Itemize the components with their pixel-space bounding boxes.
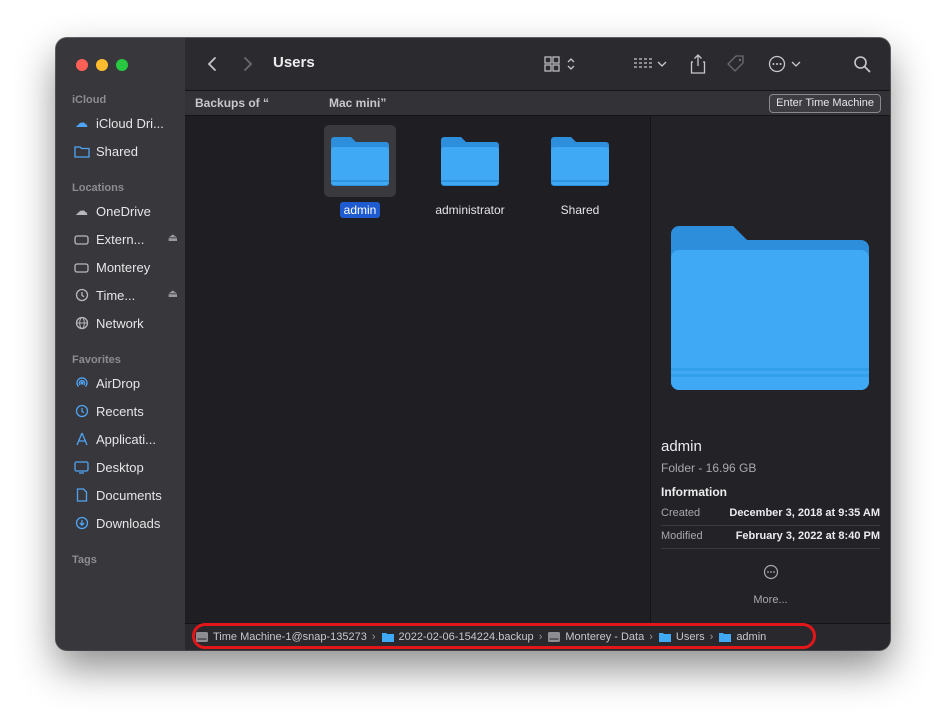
enter-time-machine-button[interactable]: Enter Time Machine bbox=[769, 94, 881, 113]
window-title: Users bbox=[273, 54, 315, 71]
shared-folder-icon bbox=[73, 143, 90, 159]
sidebar-item-network[interactable]: Network bbox=[73, 312, 178, 334]
sidebar: iCloud ☁ iCloud Dri... Shared Locations … bbox=[56, 38, 186, 650]
sidebar-item-label: OneDrive bbox=[96, 203, 151, 219]
more-icon[interactable] bbox=[651, 564, 890, 583]
search-button[interactable] bbox=[849, 38, 875, 90]
preview-name: admin bbox=[661, 438, 702, 455]
clock-icon bbox=[73, 403, 90, 419]
preview-kind: Folder - 16.96 GB bbox=[661, 461, 757, 475]
sidebar-item-applications[interactable]: Applicati... bbox=[73, 428, 178, 450]
folder-preview-icon bbox=[671, 226, 869, 390]
folder-icon bbox=[544, 125, 616, 197]
sidebar-item-label: AirDrop bbox=[96, 375, 141, 391]
file-browser: admin administrator Shared bbox=[185, 116, 650, 623]
sidebar-item-external[interactable]: Extern... ⏏ bbox=[73, 228, 178, 250]
sidebar-section-locations: Locations bbox=[72, 182, 124, 194]
download-icon bbox=[73, 515, 90, 531]
sidebar-item-label: Time... bbox=[96, 287, 136, 303]
info-key: Modified bbox=[661, 530, 703, 542]
backups-of-label: Backups of “ bbox=[195, 96, 270, 110]
sidebar-item-label: Network bbox=[96, 315, 144, 331]
backup-source-label: Mac mini” bbox=[329, 96, 387, 110]
icon-grid-icon bbox=[544, 56, 575, 72]
folder-icon bbox=[434, 125, 506, 197]
search-icon bbox=[854, 56, 871, 73]
zoom-window-button[interactable] bbox=[116, 59, 128, 71]
sidebar-item-label: Monterey bbox=[96, 259, 151, 275]
file-name: Shared bbox=[560, 203, 600, 217]
forward-button[interactable] bbox=[235, 38, 261, 90]
sidebar-section-icloud: iCloud bbox=[72, 94, 107, 106]
ellipsis-circle-icon bbox=[768, 55, 801, 73]
file-name: admin bbox=[339, 202, 381, 218]
applications-icon bbox=[73, 431, 90, 447]
info-row-created: Created December 3, 2018 at 9:35 AM bbox=[661, 503, 880, 526]
sidebar-item-label: iCloud Dri... bbox=[96, 115, 164, 131]
finder-window: iCloud ☁ iCloud Dri... Shared Locations … bbox=[56, 38, 890, 650]
sidebar-item-label: Documents bbox=[96, 487, 162, 503]
file-item-shared[interactable]: Shared bbox=[525, 125, 635, 219]
drive-icon bbox=[73, 259, 90, 275]
tag-icon bbox=[727, 55, 744, 72]
sidebar-item-label: Recents bbox=[96, 403, 144, 419]
sidebar-item-label: Applicati... bbox=[96, 431, 156, 447]
preview-pane: admin Folder - 16.96 GB Information Crea… bbox=[650, 116, 890, 623]
more-button[interactable]: More... bbox=[651, 594, 890, 606]
info-row-modified: Modified February 3, 2022 at 8:40 PM bbox=[661, 526, 880, 549]
info-value: December 3, 2018 at 9:35 AM bbox=[729, 507, 880, 519]
sidebar-item-documents[interactable]: Documents bbox=[73, 484, 178, 506]
sidebar-item-shared[interactable]: Shared bbox=[73, 140, 178, 162]
information-heading: Information bbox=[661, 485, 727, 499]
desktop-icon bbox=[73, 459, 90, 475]
chevron-left-icon bbox=[207, 57, 216, 71]
action-button[interactable] bbox=[765, 38, 807, 90]
close-window-button[interactable] bbox=[76, 59, 88, 71]
sidebar-item-label: Downloads bbox=[96, 515, 161, 531]
eject-icon[interactable]: ⏏ bbox=[168, 231, 178, 244]
drive-icon bbox=[73, 231, 90, 247]
sidebar-section-tags: Tags bbox=[72, 554, 97, 566]
info-key: Created bbox=[661, 507, 701, 519]
back-button[interactable] bbox=[199, 38, 225, 90]
view-mode-button[interactable] bbox=[539, 38, 581, 90]
tag-button[interactable] bbox=[723, 38, 749, 90]
cloud-icon: ☁ bbox=[75, 115, 88, 130]
sidebar-item-label: Extern... bbox=[96, 231, 145, 247]
document-icon bbox=[73, 487, 90, 503]
sidebar-item-airdrop[interactable]: AirDrop bbox=[73, 372, 178, 394]
file-name: administrator bbox=[435, 203, 505, 217]
sidebar-item-monterey[interactable]: Monterey bbox=[73, 256, 178, 278]
share-icon bbox=[690, 54, 706, 74]
sidebar-item-recents[interactable]: Recents bbox=[73, 400, 178, 422]
sidebar-item-label: Desktop bbox=[96, 459, 144, 475]
sidebar-item-label: Shared bbox=[96, 143, 138, 159]
path-bar-highlight-annotation bbox=[192, 623, 816, 649]
file-item-administrator[interactable]: administrator bbox=[415, 125, 525, 219]
globe-icon bbox=[73, 315, 90, 331]
sidebar-item-time-machine[interactable]: Time... ⏏ bbox=[73, 284, 178, 306]
eject-icon[interactable]: ⏏ bbox=[168, 287, 178, 300]
file-item-admin[interactable]: admin bbox=[305, 125, 415, 219]
sidebar-section-favorites: Favorites bbox=[72, 354, 121, 366]
info-value: February 3, 2022 at 8:40 PM bbox=[735, 530, 880, 542]
minimize-window-button[interactable] bbox=[96, 59, 108, 71]
share-button[interactable] bbox=[685, 38, 711, 90]
toolbar: Users bbox=[185, 38, 890, 91]
group-grid-icon bbox=[634, 58, 667, 68]
time-machine-bar: Backups of “ Mac mini” Enter Time Machin… bbox=[185, 91, 890, 116]
sidebar-item-downloads[interactable]: Downloads bbox=[73, 512, 178, 534]
group-button[interactable] bbox=[629, 38, 671, 90]
sidebar-item-icloud-drive[interactable]: ☁ iCloud Dri... bbox=[73, 112, 178, 134]
chevron-right-icon bbox=[244, 57, 253, 71]
sidebar-item-onedrive[interactable]: ☁ OneDrive bbox=[73, 200, 178, 222]
cloud-icon: ☁ bbox=[75, 203, 88, 218]
sidebar-item-desktop[interactable]: Desktop bbox=[73, 456, 178, 478]
folder-icon bbox=[324, 125, 396, 197]
airdrop-icon bbox=[73, 375, 90, 391]
time-machine-icon bbox=[73, 287, 90, 303]
